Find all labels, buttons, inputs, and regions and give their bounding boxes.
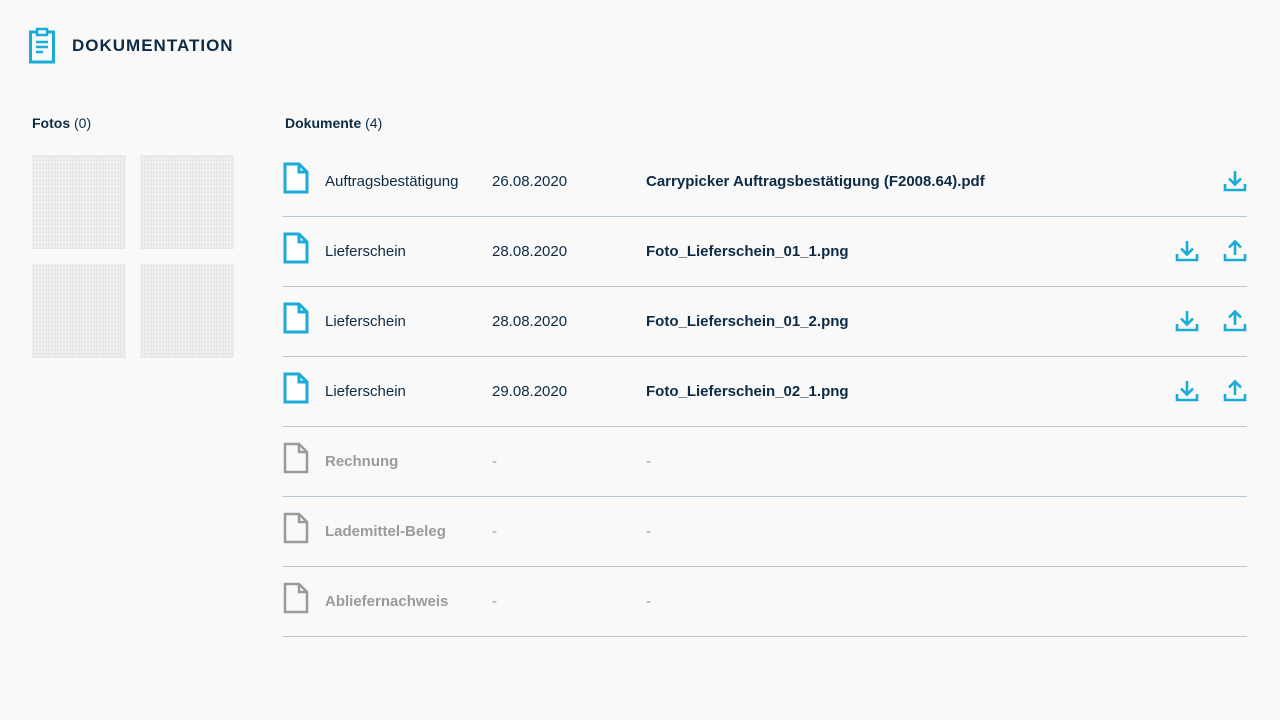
document-icon (283, 372, 309, 404)
document-icon (283, 162, 309, 194)
photo-placeholder[interactable] (32, 155, 126, 249)
document-filename[interactable]: Carrypicker Auftragsbestätigung (F2008.6… (646, 173, 985, 190)
document-row: Lieferschein 28.08.2020 Foto_Lieferschein_… (283, 287, 1247, 357)
document-type: Abliefernachweis (325, 593, 449, 610)
clipboard-icon (28, 27, 56, 65)
document-date: - (492, 523, 497, 540)
document-filename: - (646, 523, 651, 540)
document-date: - (492, 453, 497, 470)
document-filename: - (646, 453, 651, 470)
photo-thumbnails (32, 155, 242, 358)
fotos-heading: Fotos (0) (32, 113, 242, 133)
document-outline-icon (283, 582, 309, 614)
photo-placeholder[interactable] (140, 264, 234, 358)
document-row: Lieferschein 28.08.2020 Foto_Lieferschein_… (283, 217, 1247, 287)
document-date: - (492, 593, 497, 610)
photo-placeholder[interactable] (140, 155, 234, 249)
page-title: DOKUMENTATION (72, 36, 234, 55)
document-date: 26.08.2020 (492, 173, 568, 190)
photo-placeholder[interactable] (32, 264, 126, 358)
document-row: Lademittel-Beleg - - (283, 497, 1247, 567)
document-type: Lieferschein (325, 313, 406, 330)
document-outline-icon (283, 442, 309, 474)
document-icon (283, 302, 309, 334)
dokumente-heading: Dokumente (4) (283, 113, 1247, 133)
document-type: Auftragsbestätigung (325, 173, 459, 190)
download-icon[interactable] (1175, 239, 1199, 263)
fotos-section: Fotos (0) (32, 113, 242, 358)
document-list: Auftragsbestätigung 26.08.2020 Carrypicker… (283, 147, 1247, 637)
document-date: 28.08.2020 (492, 313, 568, 330)
document-outline-icon (283, 512, 309, 544)
document-filename[interactable]: Foto_Lieferschein_01_1.png (646, 243, 849, 260)
document-filename: - (646, 593, 651, 610)
dokumente-count: (4) (365, 115, 383, 131)
download-icon[interactable] (1175, 379, 1199, 403)
download-icon[interactable] (1175, 309, 1199, 333)
upload-icon[interactable] (1223, 309, 1247, 333)
document-type: Rechnung (325, 453, 399, 470)
document-date: 29.08.2020 (492, 383, 568, 400)
document-type: Lieferschein (325, 243, 406, 260)
documentation-page: DOKUMENTATION Fotos (0) Dokumente (4) Au… (0, 0, 1280, 720)
document-filename[interactable]: Foto_Lieferschein_02_1.png (646, 383, 849, 400)
document-filename[interactable]: Foto_Lieferschein_01_2.png (646, 313, 849, 330)
download-icon[interactable] (1223, 169, 1247, 193)
document-icon (283, 232, 309, 264)
document-row: Lieferschein 29.08.2020 Foto_Lieferschein_… (283, 357, 1247, 427)
upload-icon[interactable] (1223, 239, 1247, 263)
document-row: Auftragsbestätigung 26.08.2020 Carrypicker… (283, 147, 1247, 217)
dokumente-label: Dokumente (285, 115, 362, 131)
fotos-label: Fotos (32, 115, 71, 131)
upload-icon[interactable] (1223, 379, 1247, 403)
document-type: Lademittel-Beleg (325, 523, 446, 540)
page-header: DOKUMENTATION (28, 26, 234, 66)
document-row: Abliefernachweis - - (283, 567, 1247, 637)
fotos-count: (0) (74, 115, 92, 131)
document-date: 28.08.2020 (492, 243, 568, 260)
dokumente-section: Dokumente (4) Auftragsbestätigung 26.08.2… (283, 113, 1247, 637)
document-row: Rechnung - - (283, 427, 1247, 497)
document-type: Lieferschein (325, 383, 406, 400)
